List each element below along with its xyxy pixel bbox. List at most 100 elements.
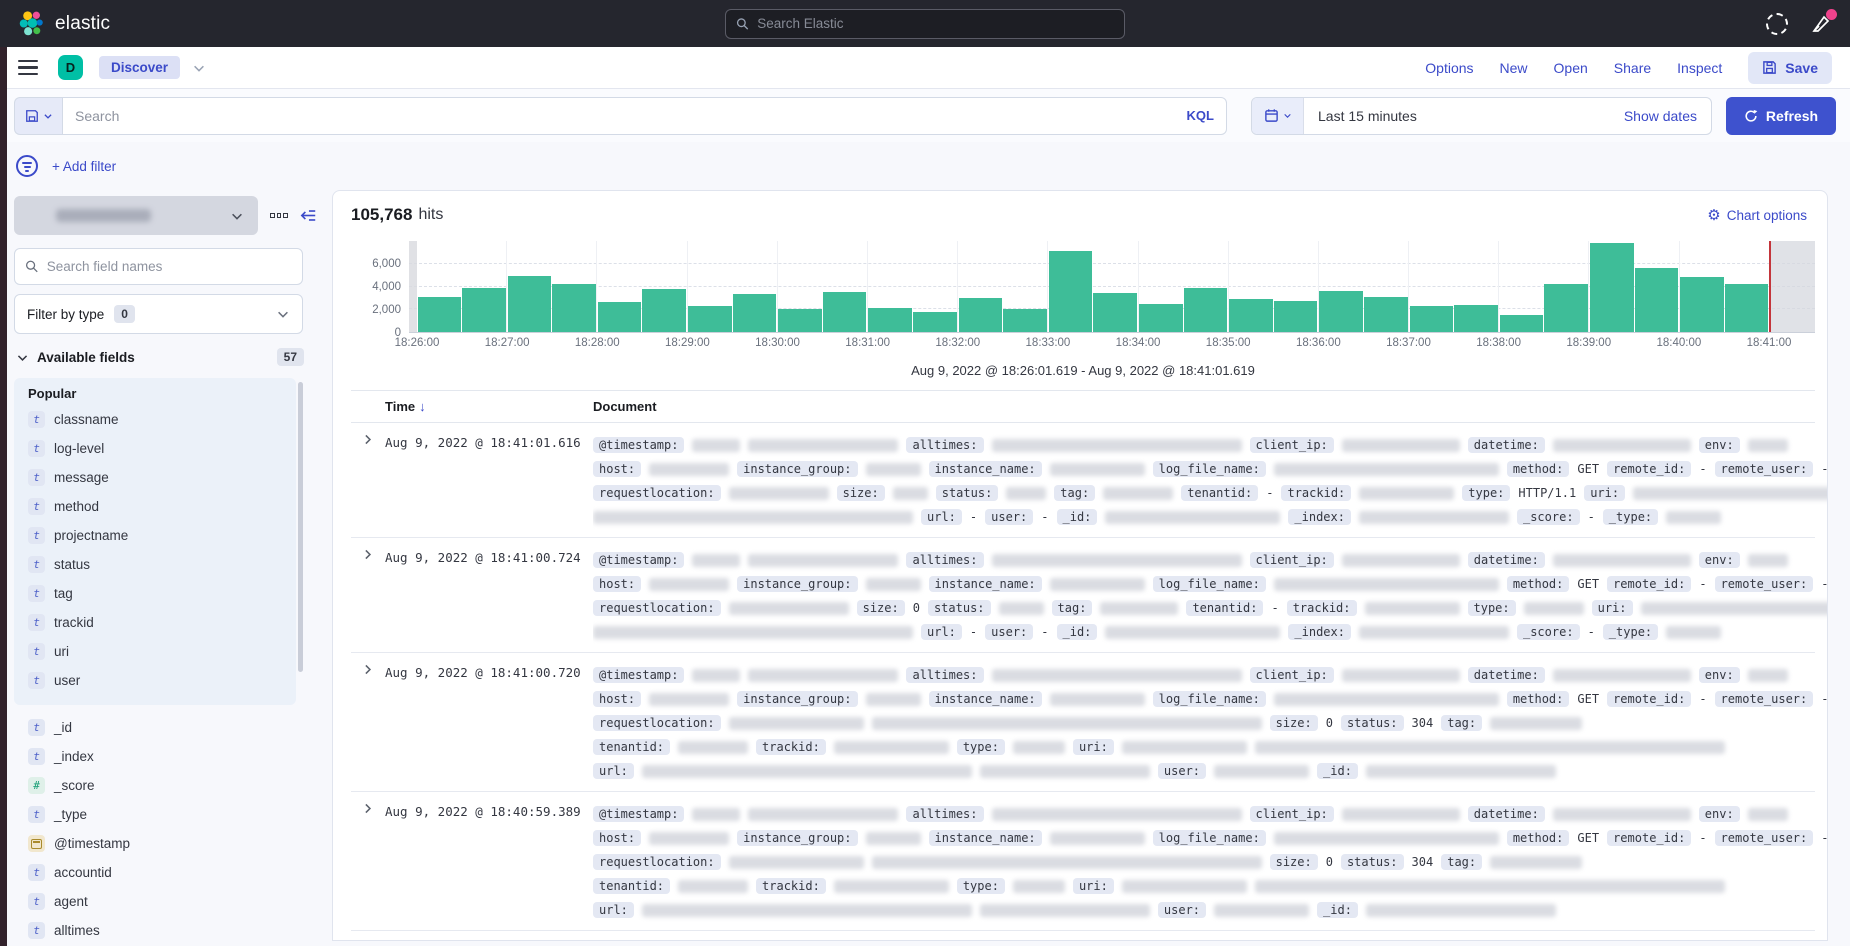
histogram-bucket-18:36:30[interactable] [1363, 241, 1408, 332]
toolbar-link-options[interactable]: Options [1425, 60, 1473, 76]
field-item-agent[interactable]: tagent [28, 887, 316, 916]
field-item-_type[interactable]: t_type [28, 800, 316, 829]
bar[interactable] [1229, 299, 1273, 332]
bar[interactable] [913, 312, 957, 332]
bar[interactable] [1680, 277, 1724, 332]
saved-query-menu-button[interactable] [14, 97, 62, 135]
newsfeed-icon[interactable] [1810, 13, 1832, 35]
bar[interactable] [1725, 284, 1769, 332]
time-column-header[interactable]: Time↓ [385, 399, 593, 414]
global-search[interactable] [725, 9, 1125, 39]
bar[interactable] [1003, 309, 1047, 332]
field-search[interactable] [14, 248, 303, 285]
bar[interactable] [688, 306, 732, 332]
histogram-bucket-18:27:00[interactable] [506, 241, 552, 332]
field-item-user[interactable]: tuser [28, 666, 296, 695]
histogram-bucket-18:38:00[interactable] [1498, 241, 1544, 332]
refresh-button[interactable]: Refresh [1726, 97, 1836, 135]
bar[interactable] [642, 289, 686, 332]
collapse-sidebar-icon[interactable] [300, 208, 316, 223]
field-item-classname[interactable]: tclassname [28, 405, 296, 434]
toolbar-link-inspect[interactable]: Inspect [1677, 60, 1722, 76]
query-input[interactable] [75, 108, 1177, 124]
histogram-bucket-18:38:30[interactable] [1544, 241, 1589, 332]
expand-row-button[interactable] [357, 663, 377, 683]
date-quick-select-button[interactable] [1252, 98, 1304, 134]
histogram-bucket-18:28:00[interactable] [596, 241, 642, 332]
field-item-message[interactable]: tmessage [28, 463, 296, 492]
field-item-@timestamp[interactable]: @timestamp [28, 829, 316, 858]
histogram-bucket-18:35:00[interactable] [1228, 241, 1274, 332]
bar[interactable] [1500, 315, 1544, 332]
histogram-bucket-18:27:30[interactable] [552, 241, 597, 332]
field-item-accountid[interactable]: taccountid [28, 858, 316, 887]
bar[interactable] [508, 276, 552, 332]
histogram-bucket-18:29:30[interactable] [732, 241, 777, 332]
bar[interactable] [1319, 291, 1363, 332]
filter-by-type[interactable]: Filter by type 0 [14, 294, 303, 334]
histogram-bucket-18:29:00[interactable] [687, 241, 733, 332]
histogram-bucket-18:37:00[interactable] [1408, 241, 1454, 332]
histogram-bucket-18:33:00[interactable] [1047, 241, 1093, 332]
sidebar-scrollbar[interactable] [298, 382, 303, 672]
chevron-down-icon[interactable] [192, 61, 206, 75]
field-item-_index[interactable]: t_index [28, 742, 316, 771]
kql-badge[interactable]: KQL [1177, 108, 1214, 123]
plot-area[interactable] [409, 241, 1815, 333]
field-item-method[interactable]: tmethod [28, 492, 296, 521]
field-item-trackid[interactable]: ttrackid [28, 608, 296, 637]
filter-icon[interactable] [16, 155, 38, 177]
help-icon[interactable] [1766, 13, 1788, 35]
histogram-bucket-18:40:00[interactable] [1679, 241, 1725, 332]
bar[interactable] [418, 297, 462, 332]
histogram-bucket-18:39:00[interactable] [1588, 241, 1634, 332]
histogram-bucket-18:31:30[interactable] [913, 241, 958, 332]
bar[interactable] [1093, 293, 1137, 332]
add-filter-button[interactable]: + Add filter [52, 159, 116, 174]
data-view-selector[interactable] [14, 196, 258, 235]
bar[interactable] [1049, 251, 1093, 332]
histogram-bucket-18:33:30[interactable] [1093, 241, 1138, 332]
bar[interactable] [552, 284, 596, 332]
toolbar-link-share[interactable]: Share [1614, 60, 1651, 76]
toolbar-link-new[interactable]: New [1500, 60, 1528, 76]
histogram-bucket-18:31:00[interactable] [867, 241, 913, 332]
histogram-bucket-18:30:30[interactable] [822, 241, 867, 332]
histogram-bucket-18:30:00[interactable] [777, 241, 823, 332]
field-item-_id[interactable]: t_id [28, 713, 316, 742]
show-dates-link[interactable]: Show dates [1624, 108, 1711, 124]
field-item-log-level[interactable]: tlog-level [28, 434, 296, 463]
global-search-input[interactable] [757, 16, 1114, 31]
menu-icon[interactable] [18, 60, 38, 76]
chart-options-button[interactable]: ⚙ Chart options [1707, 206, 1815, 224]
histogram-bucket-18:34:00[interactable] [1138, 241, 1184, 332]
histogram-bucket-18:37:30[interactable] [1454, 241, 1499, 332]
bar[interactable] [1410, 306, 1454, 332]
bar[interactable] [823, 292, 867, 332]
field-item-alltimes[interactable]: talltimes [28, 916, 316, 945]
bar[interactable] [1544, 284, 1588, 332]
save-button[interactable]: Save [1748, 52, 1832, 84]
bar[interactable] [778, 309, 822, 332]
field-item-tag[interactable]: ttag [28, 579, 296, 608]
available-fields-accordion[interactable]: Available fields 57 [14, 348, 316, 366]
field-item-uri[interactable]: turi [28, 637, 296, 666]
histogram-bucket-18:35:30[interactable] [1273, 241, 1318, 332]
histogram-bucket-18:32:00[interactable] [957, 241, 1003, 332]
histogram-bucket-18:34:30[interactable] [1183, 241, 1228, 332]
histogram-bucket-18:26:00[interactable] [417, 241, 462, 332]
toolbar-link-open[interactable]: Open [1554, 60, 1588, 76]
expand-row-button[interactable] [357, 433, 377, 453]
bar[interactable] [959, 298, 1003, 332]
bar[interactable] [868, 308, 912, 332]
histogram-bucket-18:40:30[interactable] [1724, 241, 1769, 332]
bar[interactable] [1364, 297, 1408, 332]
elastic-brand[interactable]: elastic [18, 10, 110, 37]
bar[interactable] [1590, 243, 1634, 332]
bar[interactable] [733, 294, 777, 332]
histogram-bucket-18:36:00[interactable] [1318, 241, 1364, 332]
field-item-projectname[interactable]: tprojectname [28, 521, 296, 550]
bar[interactable] [1454, 305, 1498, 332]
bar[interactable] [598, 302, 642, 332]
field-stats-icon[interactable] [270, 213, 288, 218]
